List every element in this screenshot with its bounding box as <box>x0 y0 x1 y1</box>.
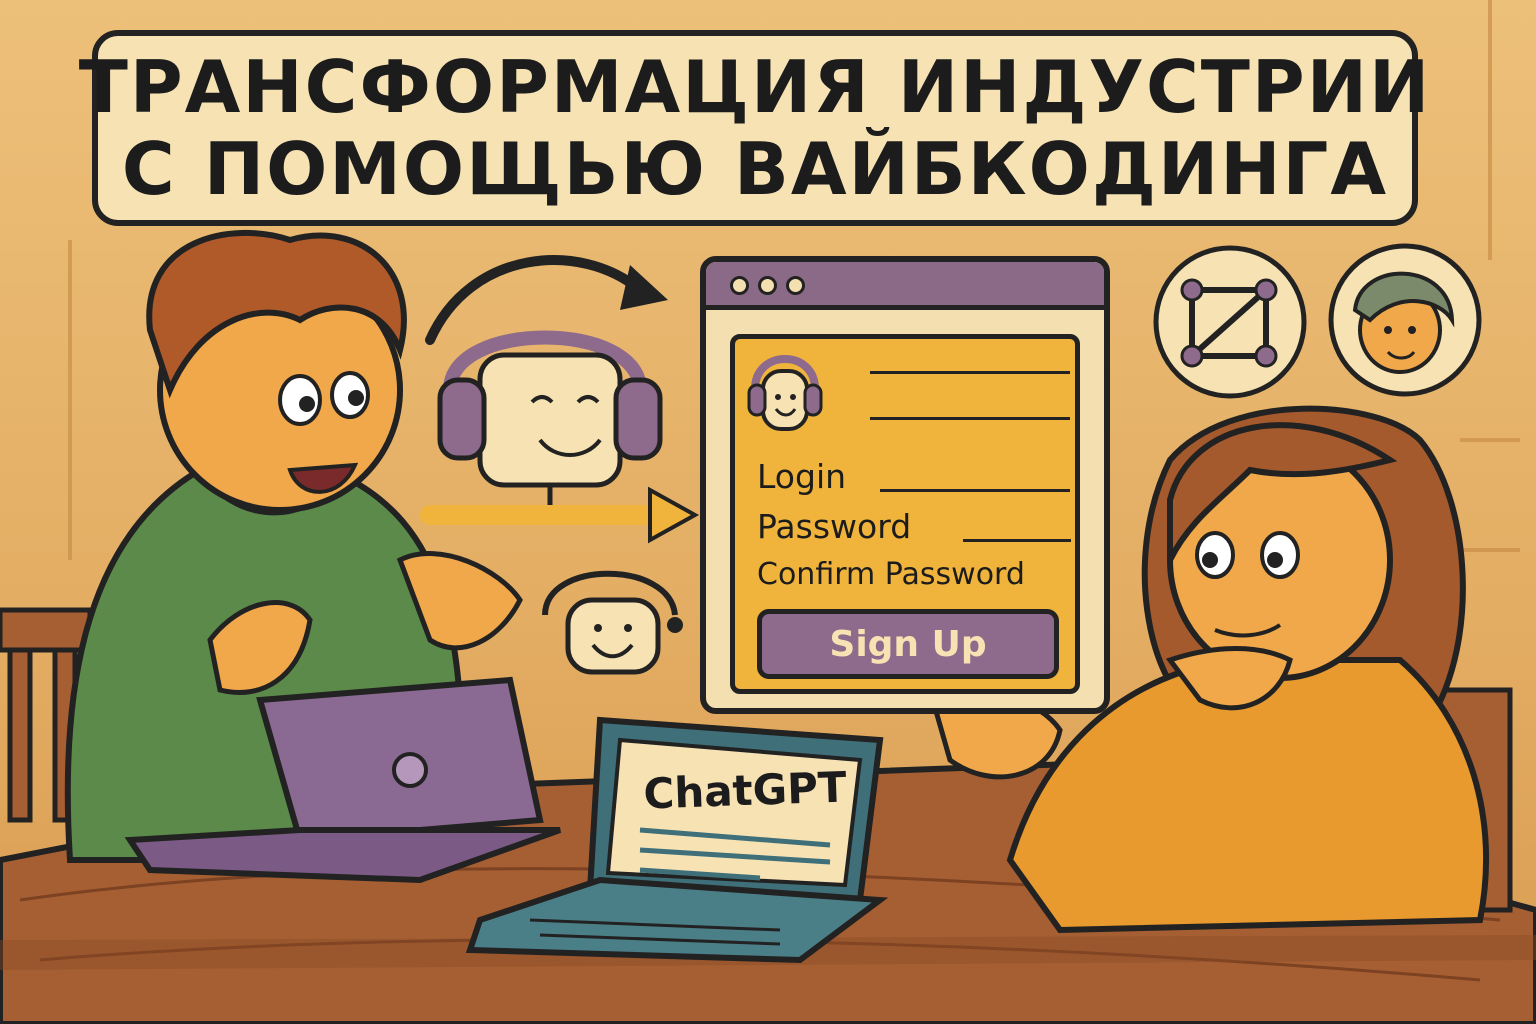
name-field-line-top[interactable] <box>870 371 1070 374</box>
arrow-icon <box>425 255 668 345</box>
signup-button[interactable]: Sign Up <box>757 609 1059 679</box>
network-square-icon <box>1153 245 1307 399</box>
window-dot-icon[interactable] <box>758 276 777 295</box>
title-line-1: ТРАНСФОРМАЦИЯ ИНДУСТРИИ <box>78 45 1432 129</box>
title-line-2: С ПОМОЩЬЮ ВАЙБКОДИНГА <box>121 127 1389 211</box>
window-dot-icon[interactable] <box>730 276 749 295</box>
password-label: Password <box>757 507 912 546</box>
laptop-screen-text: ChatGPT <box>642 762 848 819</box>
headset-bot-icon <box>437 330 663 523</box>
password-field[interactable] <box>963 539 1071 542</box>
login-field[interactable] <box>880 489 1070 492</box>
user-avatar-icon <box>1328 243 1482 397</box>
confirm-password-label: Confirm Password <box>757 557 1025 592</box>
signup-form: Login Password Confirm Password Sign Up <box>730 334 1080 694</box>
title-banner: ТРАНСФОРМАЦИЯ ИНДУСТРИИ С ПОМОЩЬЮ ВАЙБКО… <box>79 30 1429 226</box>
browser-window: Login Password Confirm Password Sign Up <box>700 256 1110 714</box>
face-avatar-icon <box>542 570 683 675</box>
avatar <box>747 355 823 431</box>
straight-arrow-icon <box>420 486 700 544</box>
window-titlebar <box>706 262 1104 310</box>
login-label: Login <box>757 457 847 496</box>
name-field-line[interactable] <box>870 417 1070 420</box>
window-dot-icon[interactable] <box>786 276 805 295</box>
